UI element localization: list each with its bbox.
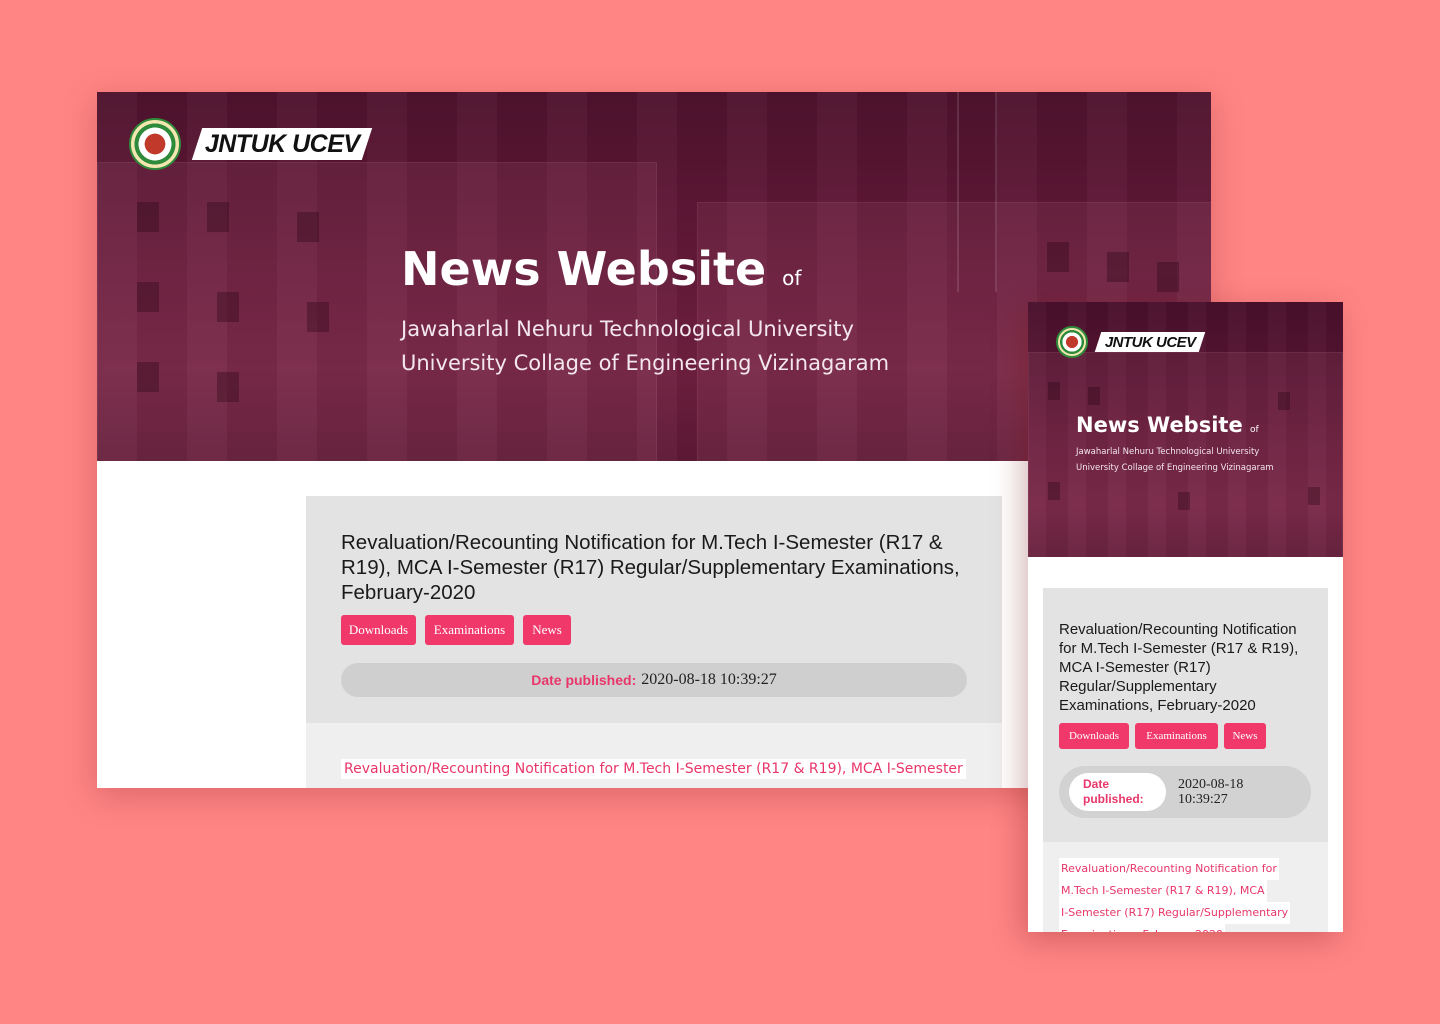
hero-of: of <box>782 266 802 290</box>
mobile-post-link[interactable]: Revaluation/Recounting Notification for … <box>1059 858 1328 932</box>
brand-name: JNTUK UCEV <box>204 129 360 158</box>
tag-examinations[interactable]: Examinations <box>1135 723 1218 749</box>
date-published: Date published: 2020-08-18 10:39:27 <box>1059 766 1311 818</box>
date-label: Date published: <box>531 672 637 688</box>
tag-downloads[interactable]: Downloads <box>341 615 416 645</box>
date-label-line-1: Date <box>1083 777 1110 791</box>
tag-list: Downloads Examinations News <box>341 615 967 645</box>
brand-name: JNTUK UCEV <box>1104 333 1196 351</box>
date-value-line-2: 10:39:27 <box>1178 792 1228 807</box>
university-emblem-icon <box>129 118 181 170</box>
post-link-line[interactable]: Revaluation/Recounting Notification for <box>1059 858 1279 880</box>
mobile-hero-banner: JNTUK UCEV News Website of Jawaharlal Ne… <box>1028 302 1343 557</box>
tag-list: Downloads Examinations News <box>1059 723 1314 749</box>
hero-title: News Website <box>1076 413 1243 437</box>
date-published: Date published: 2020-08-18 10:39:27 <box>341 663 967 697</box>
mobile-hero-heading: News Website of Jawaharlal Nehuru Techno… <box>1076 412 1336 473</box>
tag-examinations[interactable]: Examinations <box>425 615 514 645</box>
date-value-line-1: 2020-08-18 <box>1178 777 1244 792</box>
post-link-line[interactable]: I-Semester (R17) Regular/Supplementary <box>1059 902 1291 924</box>
hero-line-2: University Collage of Engineering Vizina… <box>1076 463 1274 473</box>
post-body: Revaluation/Recounting Notification for … <box>306 723 1002 788</box>
post-link[interactable]: Revaluation/Recounting Notification for … <box>341 759 966 779</box>
post-link-line[interactable]: Examinations, February-2020 <box>1059 924 1225 932</box>
hero-heading: News Website of Jawaharlal Nehuru Techno… <box>401 242 1101 375</box>
mobile-post-body: Revaluation/Recounting Notification for … <box>1043 842 1328 932</box>
mobile-mockup: JNTUK UCEV News Website of Jawaharlal Ne… <box>1028 302 1343 932</box>
mobile-brand-badge: JNTUK UCEV <box>1094 332 1206 352</box>
hero-of: of <box>1250 425 1259 435</box>
tag-downloads[interactable]: Downloads <box>1059 723 1129 749</box>
post-link-line[interactable]: M.Tech I-Semester (R17 & R19), MCA <box>1059 880 1267 902</box>
logo[interactable]: JNTUK UCEV <box>129 118 373 170</box>
date-value: 2020-08-18 10:39:27 <box>1178 777 1243 807</box>
post-title[interactable]: Revaluation/Recounting Notification for … <box>1059 620 1314 715</box>
post-title[interactable]: Revaluation/Recounting Notification for … <box>341 530 971 605</box>
hero-line-2: University Collage of Engineering Vizina… <box>401 351 890 375</box>
university-emblem-icon <box>1056 326 1088 358</box>
hero-title: News Website <box>401 242 767 296</box>
hero-line-1: Jawaharlal Nehuru Technological Universi… <box>401 317 854 341</box>
mobile-logo[interactable]: JNTUK UCEV <box>1056 326 1206 358</box>
post-card: Revaluation/Recounting Notification for … <box>306 496 1002 723</box>
hero-line-1: Jawaharlal Nehuru Technological Universi… <box>1076 447 1260 457</box>
mobile-post-card: Revaluation/Recounting Notification for … <box>1043 588 1328 842</box>
tag-news[interactable]: News <box>1224 723 1266 749</box>
date-label-line-2: published: <box>1083 792 1144 806</box>
date-label: Date published: <box>1069 773 1166 811</box>
tag-news[interactable]: News <box>523 615 571 645</box>
brand-badge: JNTUK UCEV <box>191 128 373 160</box>
date-value: 2020-08-18 10:39:27 <box>641 671 777 688</box>
